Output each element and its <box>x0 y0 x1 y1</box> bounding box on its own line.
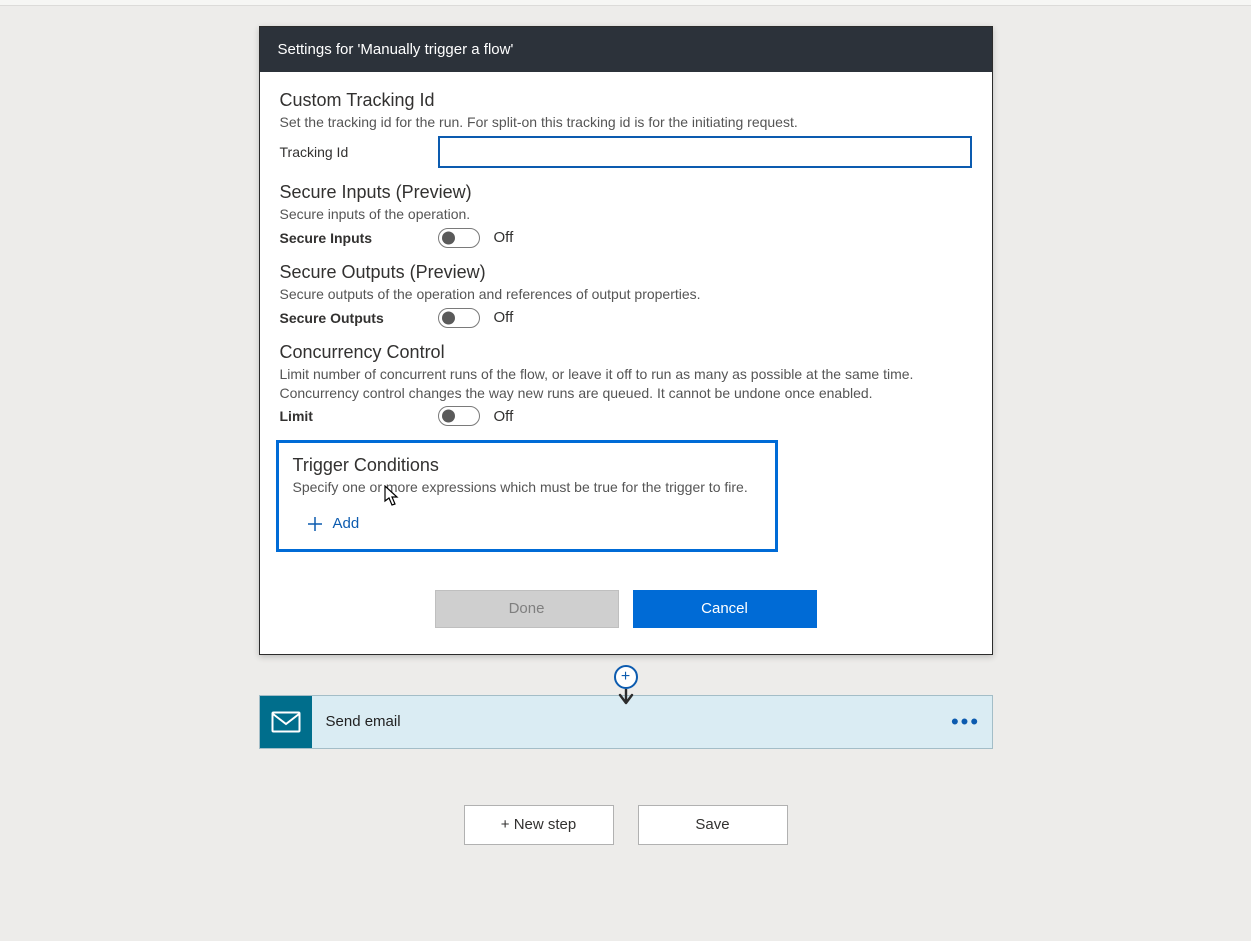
dialog-buttons: Done Cancel <box>280 552 972 650</box>
add-condition-button[interactable]: Add <box>293 515 360 532</box>
concurrency-limit-label: Limit <box>280 408 438 424</box>
secure-outputs-state: Off <box>494 309 514 326</box>
section-title: Custom Tracking Id <box>280 90 972 111</box>
concurrency-limit-state: Off <box>494 408 514 425</box>
section-desc: Secure inputs of the operation. <box>280 205 972 224</box>
section-title: Trigger Conditions <box>293 455 761 476</box>
section-title: Concurrency Control <box>280 342 972 363</box>
secure-inputs-state: Off <box>494 229 514 246</box>
plus-icon <box>307 516 323 532</box>
section-custom-tracking-id: Custom Tracking Id Set the tracking id f… <box>280 90 972 168</box>
bottom-buttons: + New step Save <box>0 805 1251 845</box>
section-desc: Limit number of concurrent runs of the f… <box>280 365 972 403</box>
top-edge <box>0 0 1251 6</box>
add-condition-label: Add <box>333 515 360 532</box>
concurrency-limit-toggle[interactable] <box>438 406 480 426</box>
flow-connector: + <box>259 655 993 701</box>
secure-inputs-label: Secure Inputs <box>280 230 438 246</box>
section-trigger-conditions: Trigger Conditions Specify one or more e… <box>276 440 778 551</box>
cancel-button[interactable]: Cancel <box>633 590 817 628</box>
secure-outputs-toggle[interactable] <box>438 308 480 328</box>
section-secure-outputs: Secure Outputs (Preview) Secure outputs … <box>280 262 972 328</box>
tracking-id-label: Tracking Id <box>280 144 438 160</box>
section-secure-inputs: Secure Inputs (Preview) Secure inputs of… <box>280 182 972 248</box>
section-title: Secure Outputs (Preview) <box>280 262 972 283</box>
arrow-down-icon <box>616 689 636 709</box>
mail-icon <box>260 696 312 748</box>
section-title: Secure Inputs (Preview) <box>280 182 972 203</box>
section-concurrency-control: Concurrency Control Limit number of conc… <box>280 342 972 427</box>
section-desc: Specify one or more expressions which mu… <box>293 478 761 497</box>
settings-dialog: Settings for 'Manually trigger a flow' C… <box>259 26 993 655</box>
save-button[interactable]: Save <box>638 805 788 845</box>
dialog-body: Custom Tracking Id Set the tracking id f… <box>260 72 992 654</box>
dialog-title: Settings for 'Manually trigger a flow' <box>260 27 992 72</box>
new-step-button[interactable]: + New step <box>464 805 614 845</box>
ellipsis-icon: ••• <box>951 709 980 735</box>
secure-outputs-label: Secure Outputs <box>280 310 438 326</box>
step-menu-button[interactable]: ••• <box>940 696 992 748</box>
section-desc: Secure outputs of the operation and refe… <box>280 285 972 304</box>
done-button: Done <box>435 590 619 628</box>
section-desc: Set the tracking id for the run. For spl… <box>280 113 972 132</box>
tracking-id-input[interactable] <box>438 136 972 168</box>
insert-step-button[interactable]: + <box>614 665 638 689</box>
secure-inputs-toggle[interactable] <box>438 228 480 248</box>
plus-icon: + <box>621 669 630 685</box>
